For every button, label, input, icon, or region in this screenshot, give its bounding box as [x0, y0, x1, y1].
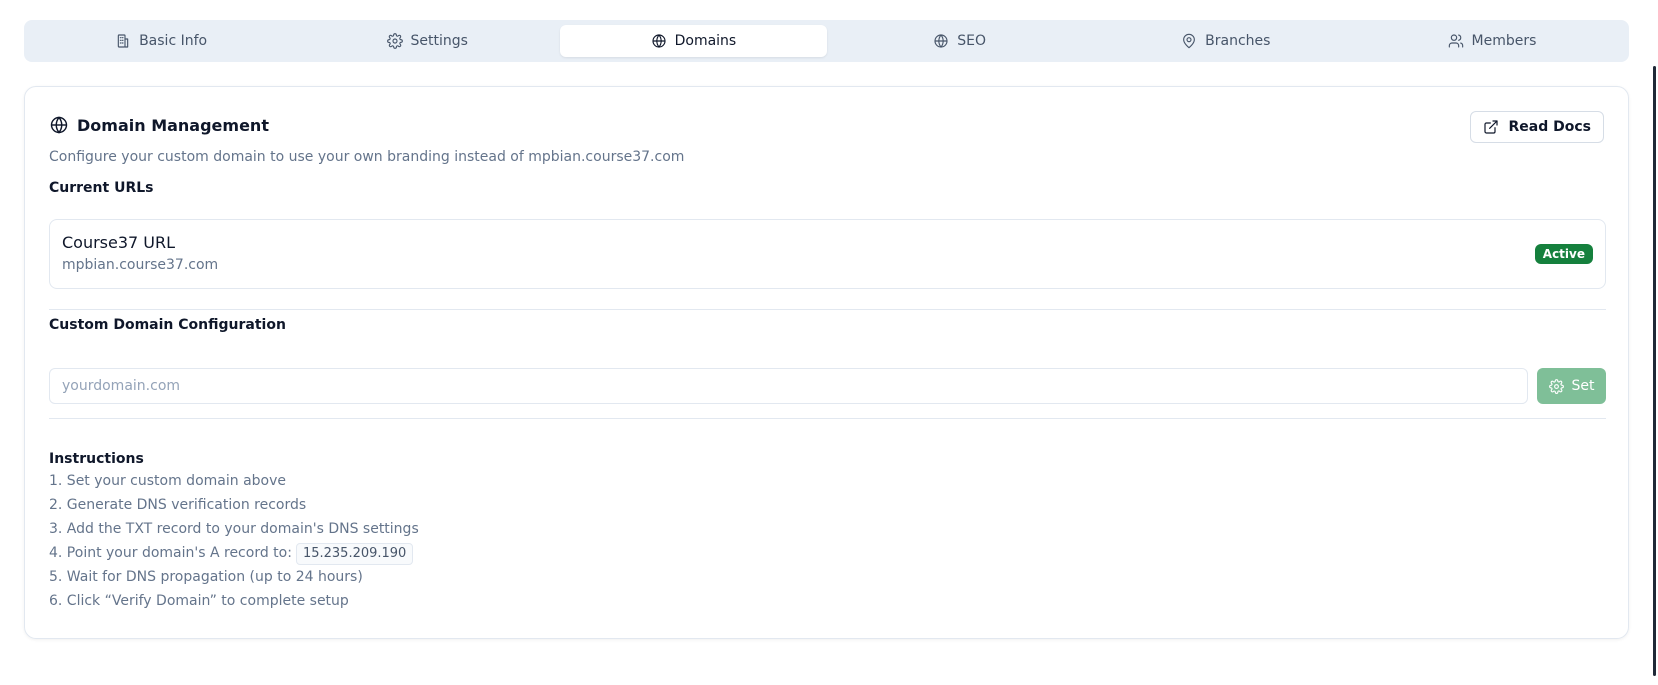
current-urls-label: Current URLs: [49, 180, 154, 196]
url-title: Course37 URL: [62, 233, 176, 252]
instruction-step: 5. Wait for DNS propagation (up to 24 ho…: [49, 569, 363, 585]
instruction-step: 2. Generate DNS verification records: [49, 497, 307, 513]
instruction-step-text: 4. Point your domain's A record to:: [49, 545, 292, 561]
tab-settings[interactable]: Settings: [294, 25, 560, 57]
card-header: Domain Management: [49, 115, 269, 135]
card-title: Domain Management: [77, 115, 269, 135]
map-pin-icon: [1183, 33, 1196, 49]
globe-icon: [934, 34, 948, 48]
instruction-step: 3. Add the TXT record to your domain's D…: [49, 521, 419, 537]
building-icon: [117, 34, 129, 48]
tab-bar: Basic Info Settings Domains SEO Branches…: [24, 20, 1629, 62]
divider: [49, 309, 1606, 310]
gear-icon: [1548, 378, 1564, 394]
tab-label: SEO: [957, 33, 986, 49]
users-icon: [1448, 34, 1463, 48]
url-value: mpbian.course37.com: [62, 257, 219, 273]
set-domain-button[interactable]: Set: [1537, 368, 1606, 404]
divider: [49, 418, 1606, 419]
instruction-step: 1. Set your custom domain above: [49, 473, 286, 489]
tab-branches[interactable]: Branches: [1093, 25, 1359, 57]
instruction-step: 4. Point your domain's A record to: 15.23…: [49, 541, 419, 565]
status-badge: Active: [1534, 244, 1593, 264]
scrollbar[interactable]: [1653, 66, 1656, 676]
instruction-step: 6. Click “Verify Domain” to complete set…: [49, 593, 349, 609]
instructions-title: Instructions: [49, 451, 144, 467]
tab-label: Settings: [410, 33, 468, 49]
read-docs-label: Read Docs: [1508, 119, 1592, 135]
course37-url-box: Course37 URL mpbian.course37.com Active: [49, 219, 1606, 289]
globe-icon: [50, 116, 68, 134]
custom-domain-input[interactable]: [49, 368, 1528, 404]
gear-icon: [386, 33, 403, 49]
tab-members[interactable]: Members: [1359, 25, 1625, 57]
tab-label: Members: [1471, 33, 1537, 49]
ip-address-code: 15.235.209.190: [295, 543, 414, 565]
card-description: Configure your custom domain to use your…: [49, 149, 685, 165]
external-link-icon: [1483, 120, 1498, 134]
domain-management-card: Domain Management Read Docs Configure yo…: [24, 86, 1629, 639]
set-button-label: Set: [1571, 378, 1595, 394]
tab-label: Branches: [1205, 33, 1271, 49]
tab-basic-info[interactable]: Basic Info: [28, 25, 294, 57]
custom-domain-label: Custom Domain Configuration: [49, 317, 286, 333]
tab-label: Basic Info: [139, 33, 208, 49]
tab-label: Domains: [674, 33, 737, 49]
tab-domains[interactable]: Domains: [560, 25, 827, 57]
instructions-list: 1. Set your custom domain above 2. Gener…: [49, 469, 419, 613]
tab-seo[interactable]: SEO: [827, 25, 1093, 57]
globe-icon: [652, 34, 666, 48]
read-docs-button[interactable]: Read Docs: [1469, 111, 1604, 143]
